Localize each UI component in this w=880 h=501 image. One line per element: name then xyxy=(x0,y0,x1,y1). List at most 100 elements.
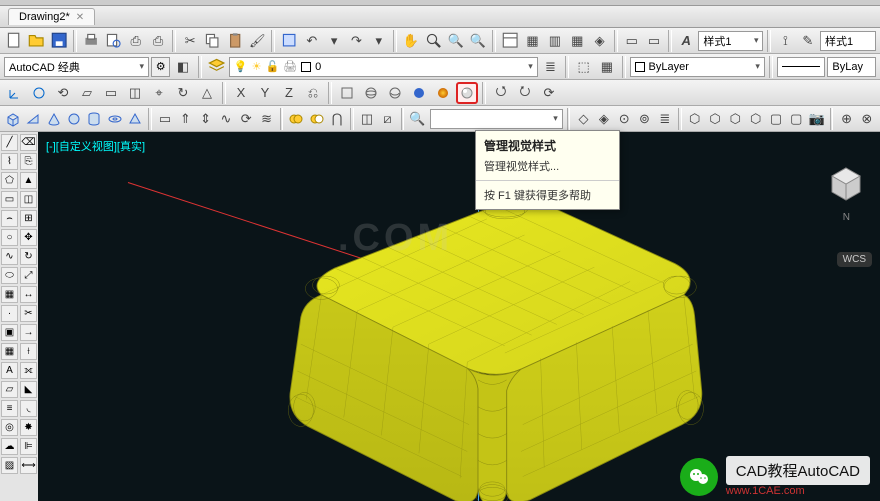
join-tool[interactable]: ⟗ xyxy=(20,362,37,379)
pan-button[interactable]: ✋ xyxy=(401,30,421,52)
layer-tool-b[interactable]: ▭ xyxy=(644,30,664,52)
extrude-button[interactable]: ⇑ xyxy=(176,108,194,130)
break-tool[interactable]: ⟊ xyxy=(20,343,37,360)
ucs-zrot-button[interactable]: Z xyxy=(278,82,300,104)
tab-drawing2[interactable]: Drawing2* ✕ xyxy=(8,8,95,25)
ucs-y-button[interactable]: Y xyxy=(254,82,276,104)
trim-tool[interactable]: ✂ xyxy=(20,305,37,322)
ucs-view-button[interactable]: ◫ xyxy=(124,82,146,104)
pyramid-button[interactable] xyxy=(126,108,144,130)
properties-button[interactable] xyxy=(500,30,520,52)
workspace-settings-button[interactable]: ⚙ xyxy=(151,57,170,77)
view-b[interactable]: ◈ xyxy=(595,108,613,130)
wipeout-tool[interactable]: ▨ xyxy=(1,457,18,474)
mirror-tool[interactable]: ▲ xyxy=(20,172,37,189)
layer-manager-button[interactable] xyxy=(206,56,227,78)
region-tool[interactable]: ▱ xyxy=(1,381,18,398)
dim-style-button[interactable]: ⟟ xyxy=(775,30,795,52)
linetype-dropdown[interactable]: ByLay xyxy=(827,57,876,77)
text-style-button[interactable]: A xyxy=(676,30,696,52)
open-button[interactable] xyxy=(26,30,46,52)
stretch-tool[interactable]: ↔ xyxy=(20,286,37,303)
copy-tool[interactable]: ⎘ xyxy=(20,153,37,170)
align-tool[interactable]: ⊫ xyxy=(20,438,37,455)
orbit-button[interactable]: ⭯ xyxy=(490,82,512,104)
ucs-prev-button[interactable]: ⟲ xyxy=(52,82,74,104)
print-preview-button[interactable] xyxy=(103,30,123,52)
publish-button[interactable]: ⎙ xyxy=(126,30,146,52)
solid-model[interactable] xyxy=(208,192,748,501)
hatch-tool[interactable]: ▦ xyxy=(1,286,18,303)
point-tool[interactable]: · xyxy=(1,305,18,322)
fillet-tool[interactable]: ◟ xyxy=(20,400,37,417)
ucs-z-button[interactable]: ↻ xyxy=(172,82,194,104)
offset-tool[interactable]: ◫ xyxy=(20,191,37,208)
redo-button[interactable]: ↷ xyxy=(346,30,366,52)
explode-tool[interactable]: ✸ xyxy=(20,419,37,436)
iso-sw[interactable]: ⬡ xyxy=(686,108,704,130)
workspace-dropdown[interactable]: AutoCAD 经典▾ xyxy=(4,57,149,77)
intersect-button[interactable]: ⋂ xyxy=(328,108,346,130)
sweep-button[interactable]: ∿ xyxy=(217,108,235,130)
table-tool[interactable]: ▦ xyxy=(1,343,18,360)
copy-button[interactable] xyxy=(202,30,222,52)
redo-dd-button[interactable]: ▾ xyxy=(369,30,389,52)
zoom-prev-button[interactable]: 🔍 xyxy=(468,30,488,52)
cone-button[interactable] xyxy=(45,108,63,130)
view-d[interactable]: ⊚ xyxy=(635,108,653,130)
torus-button[interactable] xyxy=(106,108,124,130)
spline-tool[interactable]: ∿ xyxy=(1,248,18,265)
cut-button[interactable]: ✂ xyxy=(180,30,200,52)
polygon-tool[interactable]: ⬠ xyxy=(1,172,18,189)
dim-style-dropdown[interactable]: 样式1 xyxy=(820,31,876,51)
layer-prev-button[interactable]: ≣ xyxy=(540,56,561,78)
extend-tool[interactable]: → xyxy=(20,324,37,341)
brush-button[interactable]: ✎ xyxy=(798,30,818,52)
ucs-world-button[interactable] xyxy=(28,82,50,104)
orbit-cont-button[interactable]: ⟳ xyxy=(538,82,560,104)
pline-tool[interactable]: ⌇ xyxy=(1,153,18,170)
layer-iso-button[interactable]: ⬚ xyxy=(573,56,594,78)
text-tool[interactable]: A xyxy=(1,362,18,379)
vs-realistic-button[interactable] xyxy=(408,82,430,104)
line-tool[interactable]: ╱ xyxy=(1,134,18,151)
print-button[interactable] xyxy=(81,30,101,52)
layer-dropdown[interactable]: 💡 ☀ 🔓 🖨 0 ▾ xyxy=(229,57,538,77)
zoom-3d-button[interactable]: 🔍 xyxy=(408,108,426,130)
view-c[interactable]: ⊙ xyxy=(615,108,633,130)
array-tool[interactable]: ⊞ xyxy=(20,210,37,227)
paste-button[interactable] xyxy=(225,30,245,52)
view-x1[interactable]: ⊕ xyxy=(837,108,855,130)
viewcube[interactable] xyxy=(824,162,868,206)
save-button[interactable] xyxy=(49,30,69,52)
color-dropdown[interactable]: ByLayer ▾ xyxy=(630,57,765,77)
vs-3dwire-button[interactable] xyxy=(360,82,382,104)
ucs-apply-button[interactable]: ⎌ xyxy=(302,82,324,104)
sheet-set-button[interactable]: ▦ xyxy=(522,30,542,52)
ucs-3pt-button[interactable]: △ xyxy=(196,82,218,104)
markup-button[interactable]: ◈ xyxy=(589,30,609,52)
subtract-button[interactable] xyxy=(308,108,326,130)
view-x2[interactable]: ⊗ xyxy=(858,108,876,130)
iso-nw[interactable]: ⬡ xyxy=(747,108,765,130)
zoom-rt-button[interactable] xyxy=(423,30,443,52)
ucs-face-button[interactable]: ▱ xyxy=(76,82,98,104)
viewport[interactable]: [-][自定义视图][真实] xyxy=(38,132,880,501)
workspace-misc-button[interactable]: ◧ xyxy=(172,56,193,78)
view-top[interactable]: ▢ xyxy=(767,108,785,130)
visual-style-list[interactable]: ▾ xyxy=(430,109,562,129)
ucs-button[interactable] xyxy=(4,82,26,104)
presspull-button[interactable]: ⇕ xyxy=(196,108,214,130)
ucs-obj-button[interactable]: ▭ xyxy=(100,82,122,104)
rect-tool[interactable]: ▭ xyxy=(1,191,18,208)
arc-tool[interactable]: ⌢ xyxy=(1,210,18,227)
iso-se[interactable]: ⬡ xyxy=(706,108,724,130)
plot-button[interactable]: ⎙ xyxy=(148,30,168,52)
close-icon[interactable]: ✕ xyxy=(76,12,84,23)
match-props-button[interactable]: 🖌 xyxy=(247,30,267,52)
ellipse-tool[interactable]: ⬭ xyxy=(1,267,18,284)
layer-states-button[interactable]: ▦ xyxy=(596,56,617,78)
tool-palette-button[interactable]: ▥ xyxy=(545,30,565,52)
scale-tool[interactable]: ⤢ xyxy=(20,267,37,284)
mline-tool[interactable]: ≡ xyxy=(1,400,18,417)
